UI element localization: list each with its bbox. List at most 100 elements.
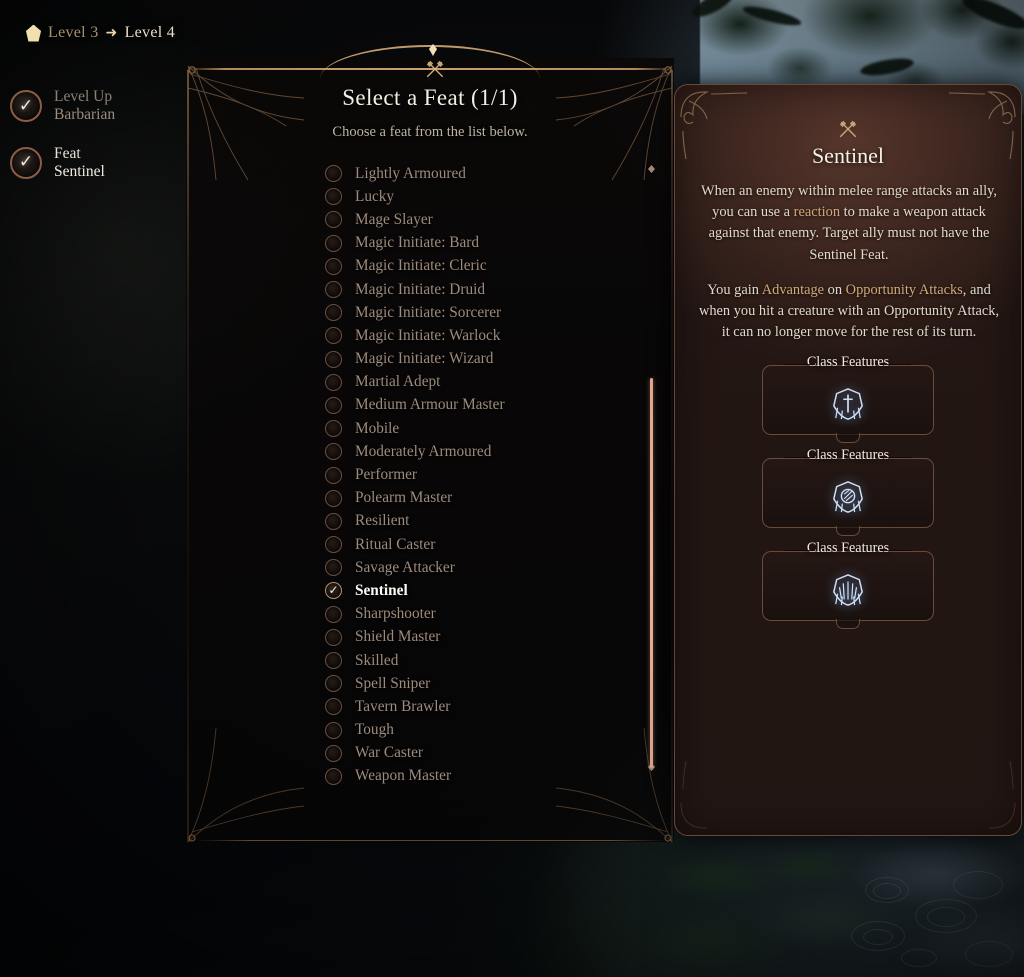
feat-list-item[interactable]: Shield Master xyxy=(325,626,635,649)
crossed-axes-icon xyxy=(839,120,857,138)
feat-list-item-label: Magic Initiate: Warlock xyxy=(355,326,501,344)
radio-unchecked-icon[interactable] xyxy=(325,489,342,507)
radio-unchecked-icon[interactable] xyxy=(325,373,342,391)
feat-list-item[interactable]: Medium Armour Master xyxy=(325,394,635,417)
feat-list-item-label: Savage Attacker xyxy=(355,558,455,576)
scrollbar-thumb[interactable] xyxy=(650,378,653,768)
feat-list-item[interactable]: Polearm Master xyxy=(325,487,635,510)
feat-list-item-label: Medium Armour Master xyxy=(355,396,505,414)
radio-unchecked-icon[interactable] xyxy=(325,443,342,461)
feat-list-item-label: Skilled xyxy=(355,651,399,669)
radio-unchecked-icon[interactable] xyxy=(325,211,342,229)
feat-list-item[interactable]: Sharpshooter xyxy=(325,603,635,626)
radio-unchecked-icon[interactable] xyxy=(325,304,342,322)
feat-list-item[interactable]: Lightly Armoured xyxy=(325,162,635,185)
feat-list-item[interactable]: Lucky xyxy=(325,185,635,208)
keyword-term[interactable]: Opportunity Attacks xyxy=(846,282,963,298)
radio-unchecked-icon[interactable] xyxy=(325,512,342,530)
panel-right-edge xyxy=(671,70,673,842)
radio-unchecked-icon[interactable] xyxy=(325,605,342,623)
class-feature-box-notch xyxy=(836,433,860,443)
class-feature-box[interactable]: Class Features xyxy=(762,540,934,629)
radio-unchecked-icon[interactable] xyxy=(325,281,342,299)
sidebar-item-title: Level Up xyxy=(54,88,113,105)
feat-list-item[interactable]: Magic Initiate: Bard xyxy=(325,232,635,255)
radio-checked-icon[interactable] xyxy=(325,582,342,600)
radio-unchecked-icon[interactable] xyxy=(325,234,342,252)
barbarian-crest-scroll-icon xyxy=(833,481,863,513)
feat-description-paragraph-2: You gain Advantage on Opportunity Attack… xyxy=(697,280,1001,344)
feat-list-item[interactable]: War Caster xyxy=(325,742,635,765)
feat-list-item-label: Moderately Armoured xyxy=(355,442,492,460)
radio-unchecked-icon[interactable] xyxy=(325,257,342,275)
feat-list-item[interactable]: Mobile xyxy=(325,417,635,440)
feat-list-item-label: Lucky xyxy=(355,187,395,205)
feat-list-item[interactable]: Magic Initiate: Druid xyxy=(325,278,635,301)
radio-unchecked-icon[interactable] xyxy=(325,721,342,739)
keyword-term[interactable]: reaction xyxy=(794,204,840,220)
class-feature-box-list: Class Features Class Features Class Featur… xyxy=(675,354,1021,629)
feat-list-item[interactable]: Magic Initiate: Warlock xyxy=(325,324,635,347)
check-icon xyxy=(10,146,42,179)
radio-unchecked-icon[interactable] xyxy=(325,675,342,693)
class-feature-box-label: Class Features xyxy=(763,540,933,557)
class-feature-box[interactable]: Class Features xyxy=(762,354,934,443)
feat-list-item-label: Polearm Master xyxy=(355,489,453,507)
radio-unchecked-icon[interactable] xyxy=(325,698,342,716)
feat-list-item[interactable]: Magic Initiate: Cleric xyxy=(325,255,635,278)
barbarian-crest-sword-icon xyxy=(833,388,863,420)
feat-list-scrollbar[interactable] xyxy=(645,165,657,773)
feat-list-item[interactable]: Weapon Master xyxy=(325,765,635,788)
feat-list-item-label: Magic Initiate: Sorcerer xyxy=(355,303,502,321)
feat-list-item[interactable]: Savage Attacker xyxy=(325,556,635,579)
feat-list-item[interactable]: Performer xyxy=(325,463,635,486)
class-feature-box[interactable]: Class Features xyxy=(762,447,934,536)
feat-list-item[interactable]: Tough xyxy=(325,719,635,742)
check-icon xyxy=(10,90,42,123)
class-feature-box-notch xyxy=(836,619,860,629)
feat-list-item[interactable]: Martial Adept xyxy=(325,371,635,394)
class-feature-box-notch xyxy=(836,526,860,536)
arrow-icon: ➜ xyxy=(105,25,118,41)
radio-unchecked-icon[interactable] xyxy=(325,327,342,345)
radio-unchecked-icon[interactable] xyxy=(325,350,342,368)
sidebar-item-feat[interactable]: Feat Sentinel xyxy=(10,145,115,182)
radio-unchecked-icon[interactable] xyxy=(325,188,342,206)
feat-list-item[interactable]: Magic Initiate: Sorcerer xyxy=(325,301,635,324)
water-ripples xyxy=(845,865,1024,977)
feat-detail-panel: Sentinel When an enemy within melee rang… xyxy=(674,84,1022,836)
radio-unchecked-icon[interactable] xyxy=(325,165,342,183)
panel-bottom-rule xyxy=(196,840,666,841)
radio-unchecked-icon[interactable] xyxy=(325,466,342,484)
radio-unchecked-icon[interactable] xyxy=(325,420,342,438)
radio-unchecked-icon[interactable] xyxy=(325,767,342,785)
sidebar-item-level-up[interactable]: Level Up Barbarian xyxy=(10,88,115,125)
sidebar-item-subtitle: Sentinel xyxy=(54,162,105,180)
to-level-label: Level 4 xyxy=(124,24,176,41)
feat-list-item[interactable]: Magic Initiate: Wizard xyxy=(325,348,635,371)
feat-list-item-label: Shield Master xyxy=(355,628,441,646)
feat-list-item[interactable]: Moderately Armoured xyxy=(325,440,635,463)
feat-list-item-label: Tough xyxy=(355,721,394,739)
radio-unchecked-icon[interactable] xyxy=(325,396,342,414)
feat-list-item[interactable]: Tavern Brawler xyxy=(325,695,635,718)
radio-unchecked-icon[interactable] xyxy=(325,744,342,762)
crossed-axes-icon xyxy=(426,60,444,78)
feat-list-item[interactable]: Resilient xyxy=(325,510,635,533)
feat-detail-title: Sentinel xyxy=(811,143,885,168)
radio-unchecked-icon[interactable] xyxy=(325,652,342,670)
radio-unchecked-icon[interactable] xyxy=(325,559,342,577)
feat-list-item[interactable]: Ritual Caster xyxy=(325,533,635,556)
level-progress-header: Level 3 ➜ Level 4 xyxy=(26,24,175,42)
feat-list[interactable]: Lightly Armoured Lucky Mage Slayer Magic In… xyxy=(325,162,635,802)
feat-list-item[interactable]: Skilled xyxy=(325,649,635,672)
radio-unchecked-icon[interactable] xyxy=(325,628,342,646)
feat-list-item[interactable]: Mage Slayer xyxy=(325,208,635,231)
description-text: on xyxy=(824,281,846,298)
feat-list-item[interactable]: Spell Sniper xyxy=(325,672,635,695)
keyword-term[interactable]: Advantage xyxy=(762,282,824,298)
feat-list-item-label: Performer xyxy=(355,466,418,484)
scroll-up-diamond-icon[interactable] xyxy=(648,165,655,173)
radio-unchecked-icon[interactable] xyxy=(325,536,342,554)
feat-list-item[interactable]: Sentinel xyxy=(325,579,635,602)
